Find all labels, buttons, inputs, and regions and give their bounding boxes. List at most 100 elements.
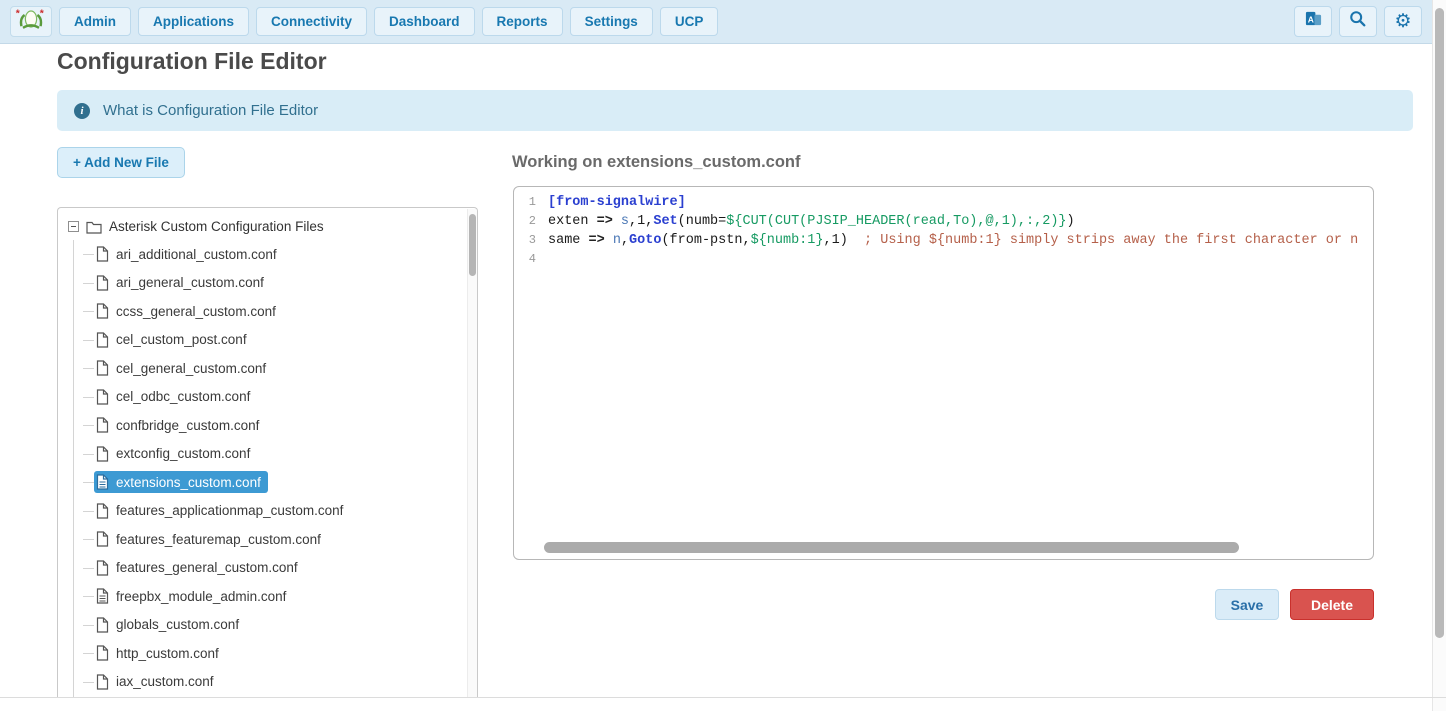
page-scrollbar[interactable] xyxy=(1432,0,1446,711)
editor-gutter: 1234 xyxy=(514,193,544,269)
collapse-toggle-icon[interactable] xyxy=(68,221,79,232)
navbar-menu: AdminApplicationsConnectivityDashboardRe… xyxy=(59,7,718,36)
tree-file-label: http_custom.conf xyxy=(116,646,219,661)
file-text-icon xyxy=(96,474,109,490)
tree-file-item[interactable]: freepbx_module_admin.conf xyxy=(94,582,477,611)
tree-file-item[interactable]: extensions_custom.conf xyxy=(94,468,477,497)
delete-button[interactable]: Delete xyxy=(1290,589,1374,620)
page-scrollbar-thumb[interactable] xyxy=(1435,8,1444,638)
file-icon xyxy=(96,303,109,319)
tree-items: ari_additional_custom.conf ari_general_c… xyxy=(94,240,477,697)
tree-file-item[interactable]: globals_custom.conf xyxy=(94,611,477,640)
tree-file-item[interactable]: cel_general_custom.conf xyxy=(94,354,477,383)
svg-text:A: A xyxy=(1307,14,1313,24)
editor-code[interactable]: [from-signalwire]exten => s,1,Set(numb=$… xyxy=(548,193,1371,269)
tree-connector-line xyxy=(73,240,74,697)
nav-menu-button[interactable]: Connectivity xyxy=(256,7,367,36)
tree-file-label: iax_custom.conf xyxy=(116,674,214,689)
info-alert-text: What is Configuration File Editor xyxy=(103,102,318,119)
tree-file-anchor[interactable]: cel_general_custom.conf xyxy=(94,357,273,379)
tree-file-anchor[interactable]: iax_custom.conf xyxy=(94,671,221,693)
info-alert[interactable]: i What is Configuration File Editor xyxy=(57,90,1413,131)
navbar-right-icons: A ⚙ xyxy=(1294,6,1422,37)
tree-file-anchor[interactable]: confbridge_custom.conf xyxy=(94,414,266,436)
editor-hscroll-thumb[interactable] xyxy=(544,542,1239,553)
tree-file-label: ari_general_custom.conf xyxy=(116,275,264,290)
tree-file-anchor[interactable]: features_applicationmap_custom.conf xyxy=(94,500,350,522)
nav-menu-button[interactable]: Applications xyxy=(138,7,249,36)
nav-menu-button[interactable]: Reports xyxy=(482,7,563,36)
page-title: Configuration File Editor xyxy=(57,48,327,75)
editor-horizontal-scrollbar[interactable] xyxy=(538,542,1360,553)
add-new-file-label: Add New File xyxy=(84,155,169,170)
tree-file-item[interactable]: iax_custom.conf xyxy=(94,668,477,697)
tree-file-anchor[interactable]: cel_custom_post.conf xyxy=(94,329,254,351)
file-icon xyxy=(96,389,109,405)
nav-menu-button[interactable]: Settings xyxy=(570,7,653,36)
tree-file-anchor[interactable]: features_general_custom.conf xyxy=(94,557,305,579)
file-icon xyxy=(96,246,109,262)
file-icon xyxy=(96,560,109,576)
file-icon xyxy=(96,360,109,376)
tree-file-item[interactable]: ari_general_custom.conf xyxy=(94,269,477,298)
folder-icon xyxy=(86,220,102,234)
tree-file-label: confbridge_custom.conf xyxy=(116,418,259,433)
tree-file-anchor[interactable]: globals_custom.conf xyxy=(94,614,246,636)
tree-root-node[interactable]: Asterisk Custom Configuration Files xyxy=(68,213,477,240)
tree-file-item[interactable]: cel_custom_post.conf xyxy=(94,326,477,355)
file-tree-panel: Asterisk Custom Configuration Files ari_… xyxy=(57,207,478,697)
tree-file-anchor[interactable]: extconfig_custom.conf xyxy=(94,443,257,465)
file-icon xyxy=(96,617,109,633)
tree-file-item[interactable]: features_general_custom.conf xyxy=(94,554,477,583)
file-icon xyxy=(96,674,109,690)
nav-menu-button[interactable]: Dashboard xyxy=(374,7,475,36)
tree-file-item[interactable]: features_featuremap_custom.conf xyxy=(94,525,477,554)
tree-file-item[interactable]: http_custom.conf xyxy=(94,639,477,668)
tree-file-anchor[interactable]: ari_general_custom.conf xyxy=(94,272,271,294)
tree-file-item[interactable]: confbridge_custom.conf xyxy=(94,411,477,440)
save-button[interactable]: Save xyxy=(1215,589,1279,620)
tree-file-anchor[interactable]: extensions_custom.conf xyxy=(94,471,268,493)
file-text-icon xyxy=(96,588,109,604)
tree-file-item[interactable]: ari_additional_custom.conf xyxy=(94,240,477,269)
tree-file-label: extconfig_custom.conf xyxy=(116,446,250,461)
tree-file-anchor[interactable]: features_featuremap_custom.conf xyxy=(94,528,328,550)
search-button[interactable] xyxy=(1339,6,1377,37)
nav-menu-button[interactable]: Admin xyxy=(59,7,131,36)
search-icon xyxy=(1349,10,1367,33)
file-icon xyxy=(96,503,109,519)
config-code-editor[interactable]: 1234 [from-signalwire]exten => s,1,Set(n… xyxy=(513,186,1374,560)
tree-scrollbar[interactable] xyxy=(467,209,477,697)
tree-file-label: globals_custom.conf xyxy=(116,617,239,632)
tree-file-item[interactable]: ccss_general_custom.conf xyxy=(94,297,477,326)
tree-file-anchor[interactable]: cel_odbc_custom.conf xyxy=(94,386,257,408)
tree-file-item[interactable]: extconfig_custom.conf xyxy=(94,440,477,469)
tree-file-label: ari_additional_custom.conf xyxy=(116,247,277,262)
tree-file-label: cel_custom_post.conf xyxy=(116,332,247,347)
settings-button[interactable]: ⚙ xyxy=(1384,6,1422,37)
file-icon xyxy=(96,446,109,462)
language-button[interactable]: A xyxy=(1294,6,1332,37)
file-icon xyxy=(96,275,109,291)
top-navbar: * * AdminApplicationsConnectivityDashboa… xyxy=(0,0,1432,44)
nav-menu-button[interactable]: UCP xyxy=(660,7,719,36)
gear-icon: ⚙ xyxy=(1394,12,1411,31)
tree-file-label: features_general_custom.conf xyxy=(116,560,298,575)
add-new-file-button[interactable]: + Add New File xyxy=(57,147,185,178)
tree-file-item[interactable]: features_applicationmap_custom.conf xyxy=(94,497,477,526)
freepbx-frog-icon: * * xyxy=(15,7,47,36)
plus-icon: + xyxy=(73,155,81,170)
tree-file-anchor[interactable]: freepbx_module_admin.conf xyxy=(94,585,293,607)
language-icon: A xyxy=(1304,10,1323,33)
freepbx-logo-button[interactable]: * * xyxy=(10,6,52,37)
page-bottom-divider xyxy=(0,697,1446,698)
svg-text:*: * xyxy=(16,9,21,20)
tree-file-item[interactable]: cel_odbc_custom.conf xyxy=(94,383,477,412)
tree-scrollbar-thumb[interactable] xyxy=(469,214,476,276)
page: * * AdminApplicationsConnectivityDashboa… xyxy=(0,0,1446,711)
file-icon xyxy=(96,332,109,348)
tree-file-label: features_featuremap_custom.conf xyxy=(116,532,321,547)
tree-file-anchor[interactable]: http_custom.conf xyxy=(94,642,226,664)
tree-file-anchor[interactable]: ari_additional_custom.conf xyxy=(94,243,284,265)
tree-file-anchor[interactable]: ccss_general_custom.conf xyxy=(94,300,283,322)
